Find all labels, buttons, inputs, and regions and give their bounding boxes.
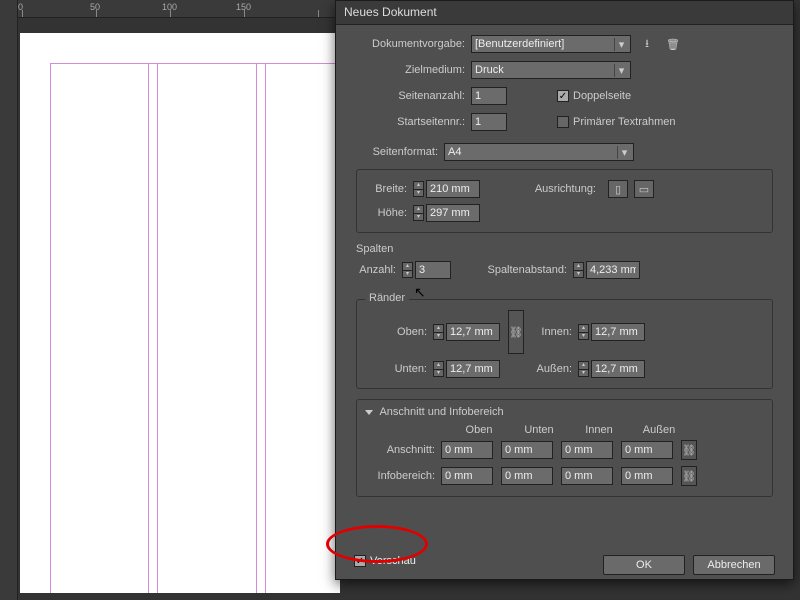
link-bleed-icon[interactable]: ⛓ bbox=[681, 440, 697, 460]
orientation-landscape-icon[interactable]: ▭ bbox=[634, 180, 654, 198]
startpage-label: Startseitennr.: bbox=[356, 116, 471, 128]
intent-label: Zielmedium: bbox=[356, 64, 471, 76]
margin-outside-label: Außen: bbox=[532, 363, 578, 375]
height-input[interactable] bbox=[426, 204, 480, 222]
pages-label: Seitenanzahl: bbox=[356, 90, 471, 102]
link-margins-icon[interactable]: ⛓ bbox=[508, 310, 524, 354]
margin-bottom-input[interactable] bbox=[446, 360, 500, 378]
bleed-bottom-input[interactable] bbox=[501, 441, 553, 459]
chevron-down-icon: ▾ bbox=[617, 146, 631, 159]
pages-input[interactable] bbox=[471, 87, 507, 105]
disclosure-icon[interactable] bbox=[365, 410, 373, 415]
chevron-down-icon: ▾ bbox=[614, 64, 628, 77]
columns-title: Spalten bbox=[356, 243, 773, 255]
slug-label: Infobereich: bbox=[367, 470, 441, 482]
width-input[interactable] bbox=[426, 180, 480, 198]
pagesize-select[interactable]: A4▾ bbox=[444, 143, 634, 161]
bleed-headers: Oben Unten Innen Außen bbox=[449, 424, 762, 436]
delete-preset-icon[interactable]: 🗑 bbox=[663, 35, 683, 53]
bleed-top-input[interactable] bbox=[441, 441, 493, 459]
margin-outside-stepper[interactable]: ▴▾ bbox=[578, 361, 589, 377]
preset-select[interactable]: [Benutzerdefiniert]▾ bbox=[471, 35, 631, 53]
margin-top-label: Oben: bbox=[367, 326, 433, 338]
chevron-down-icon: ▾ bbox=[614, 38, 628, 51]
margin-bottom-label: Unten: bbox=[367, 363, 433, 375]
width-stepper[interactable]: ▴▾ bbox=[413, 181, 424, 197]
slug-inside-input[interactable] bbox=[561, 467, 613, 485]
facing-checkbox[interactable]: ✓ bbox=[557, 90, 569, 102]
ruler-horizontal: 0 50 100 150 bbox=[0, 0, 340, 18]
margins-title: Ränder bbox=[365, 292, 409, 304]
preview-checkbox[interactable]: ✓ bbox=[354, 555, 366, 567]
height-label: Höhe: bbox=[367, 207, 413, 219]
intent-select[interactable]: Druck▾ bbox=[471, 61, 631, 79]
margin-inside-input[interactable] bbox=[591, 323, 645, 341]
link-slug-icon[interactable]: ⛓ bbox=[681, 466, 697, 486]
save-preset-icon[interactable]: ⭳ bbox=[637, 35, 657, 53]
cancel-button[interactable]: Abbrechen bbox=[693, 555, 775, 575]
slug-bottom-input[interactable] bbox=[501, 467, 553, 485]
page-preview bbox=[20, 33, 340, 593]
margin-outside-input[interactable] bbox=[591, 360, 645, 378]
orient-label: Ausrichtung: bbox=[526, 183, 602, 195]
margin-inside-stepper[interactable]: ▴▾ bbox=[578, 324, 589, 340]
slug-outside-input[interactable] bbox=[621, 467, 673, 485]
col-count-input[interactable] bbox=[415, 261, 451, 279]
primaryframe-label: Primärer Textrahmen bbox=[573, 116, 676, 128]
ruler-vertical bbox=[0, 0, 18, 600]
margin-inside-label: Innen: bbox=[532, 326, 578, 338]
col-count-stepper[interactable]: ▴▾ bbox=[402, 262, 413, 278]
gutter-stepper[interactable]: ▴▾ bbox=[573, 262, 584, 278]
ok-button[interactable]: OK bbox=[603, 555, 685, 575]
width-label: Breite: bbox=[367, 183, 413, 195]
new-document-dialog: Neues Dokument Dokumentvorgabe: [Benutze… bbox=[335, 0, 794, 580]
preset-label: Dokumentvorgabe: bbox=[356, 38, 471, 50]
bleed-inside-input[interactable] bbox=[561, 441, 613, 459]
dialog-title[interactable]: Neues Dokument bbox=[336, 1, 793, 25]
height-stepper[interactable]: ▴▾ bbox=[413, 205, 424, 221]
bleed-label: Anschnitt: bbox=[367, 444, 441, 456]
gutter-input[interactable] bbox=[586, 261, 640, 279]
preview-toggle[interactable]: ✓ Vorschau bbox=[354, 555, 416, 567]
margin-top-input[interactable] bbox=[446, 323, 500, 341]
margin-top-stepper[interactable]: ▴▾ bbox=[433, 324, 444, 340]
facing-label: Doppelseite bbox=[573, 90, 631, 102]
startpage-input[interactable] bbox=[471, 113, 507, 131]
bleed-outside-input[interactable] bbox=[621, 441, 673, 459]
gutter-label: Spaltenabstand: bbox=[479, 264, 573, 276]
slug-top-input[interactable] bbox=[441, 467, 493, 485]
primaryframe-checkbox[interactable] bbox=[557, 116, 569, 128]
pagesize-label: Seitenformat: bbox=[356, 146, 444, 158]
preview-label: Vorschau bbox=[370, 555, 416, 567]
col-count-label: Anzahl: bbox=[356, 264, 402, 276]
orientation-portrait-icon[interactable]: ▯ bbox=[608, 180, 628, 198]
bleed-title: Anschnitt und Infobereich bbox=[379, 406, 503, 418]
margin-bottom-stepper[interactable]: ▴▾ bbox=[433, 361, 444, 377]
